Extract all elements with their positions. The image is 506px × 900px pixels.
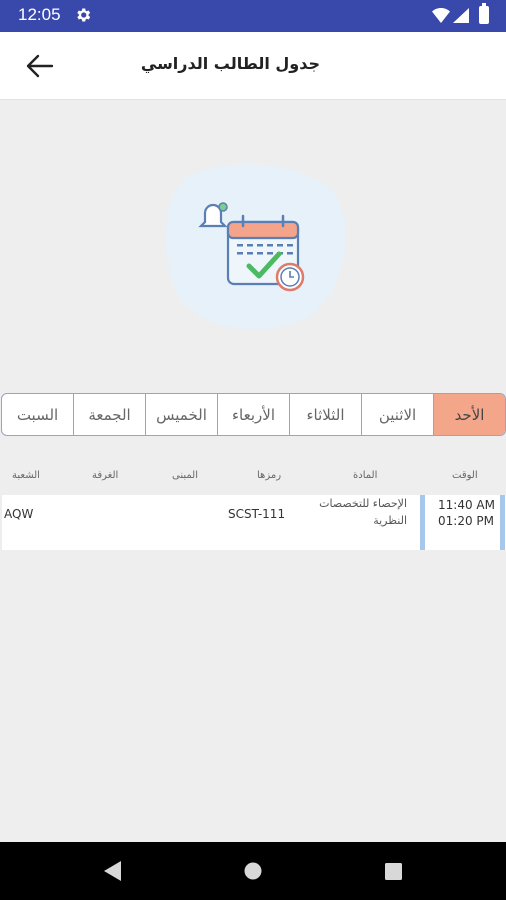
day-tabs: السبت الجمعة الخميس الأربعاء الثلاثاء ال… [1,393,506,436]
time-bar [420,495,425,550]
app-bar: جدول الطالب الدراسي [0,32,506,100]
arrow-left-icon[interactable] [18,48,58,84]
battery-icon [479,3,489,24]
gear-icon [77,8,91,22]
tab-sunday[interactable]: الأحد [434,394,505,435]
home-circle-icon[interactable] [244,862,262,880]
tab-friday[interactable]: الجمعة [74,394,146,435]
back-triangle-icon[interactable] [102,860,122,882]
cell-time-start: 11:40 AM [438,498,495,512]
cell-time-end: 01:20 PM [438,514,494,528]
tab-tuesday[interactable]: الثلاثاء [290,394,362,435]
page-title: جدول الطالب الدراسي [140,54,320,73]
tab-saturday[interactable]: السبت [2,394,74,435]
time-bar-right [500,495,505,550]
calendar-check-icon [165,164,346,330]
status-bar: 12:05 [0,0,506,32]
recents-square-icon[interactable] [385,863,402,880]
table-row[interactable]: AQW SCST-111 الإحصاء للتخصصات النظرية 11… [2,495,506,550]
wifi-icon [432,8,450,23]
header-room: الغرفة [92,470,119,481]
navigation-bar [0,842,506,900]
header-code: رمزها [257,470,282,481]
header-time: الوقت [452,470,478,481]
header-building: المبنى [172,470,198,481]
status-time: 12:05 [18,5,61,24]
tab-wednesday[interactable]: الأربعاء [218,394,290,435]
tab-thursday[interactable]: الخميس [146,394,218,435]
tab-monday[interactable]: الاثنين [362,394,434,435]
cell-section: AQW [4,507,34,521]
signal-icon [453,8,469,23]
header-subject: المادة [353,470,378,481]
table-header: الشعبة الغرفة المبنى رمزها المادة الوقت [0,470,506,486]
cell-code: SCST-111 [228,507,286,521]
header-section: الشعبة [12,470,40,481]
cell-subject: الإحصاء للتخصصات النظرية [319,497,407,527]
